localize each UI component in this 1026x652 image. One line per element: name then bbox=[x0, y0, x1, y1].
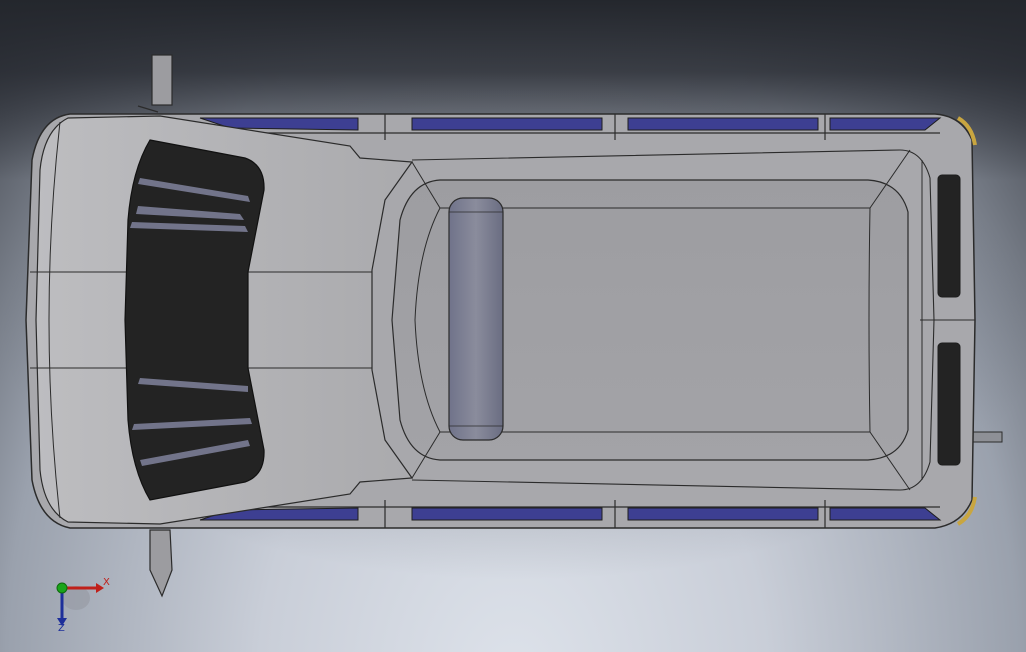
roof-cylinder[interactable] bbox=[448, 197, 504, 441]
van-model[interactable] bbox=[0, 0, 1026, 652]
right-mirror[interactable] bbox=[139, 523, 173, 598]
cad-viewport[interactable]: X Z bbox=[0, 0, 1026, 652]
triad-z-label: Z bbox=[58, 623, 65, 634]
triad-y-axis bbox=[56, 582, 68, 594]
left-mirror[interactable] bbox=[137, 54, 173, 113]
orientation-triad[interactable]: X Z bbox=[40, 566, 120, 636]
triad-x-label: X bbox=[103, 577, 110, 588]
